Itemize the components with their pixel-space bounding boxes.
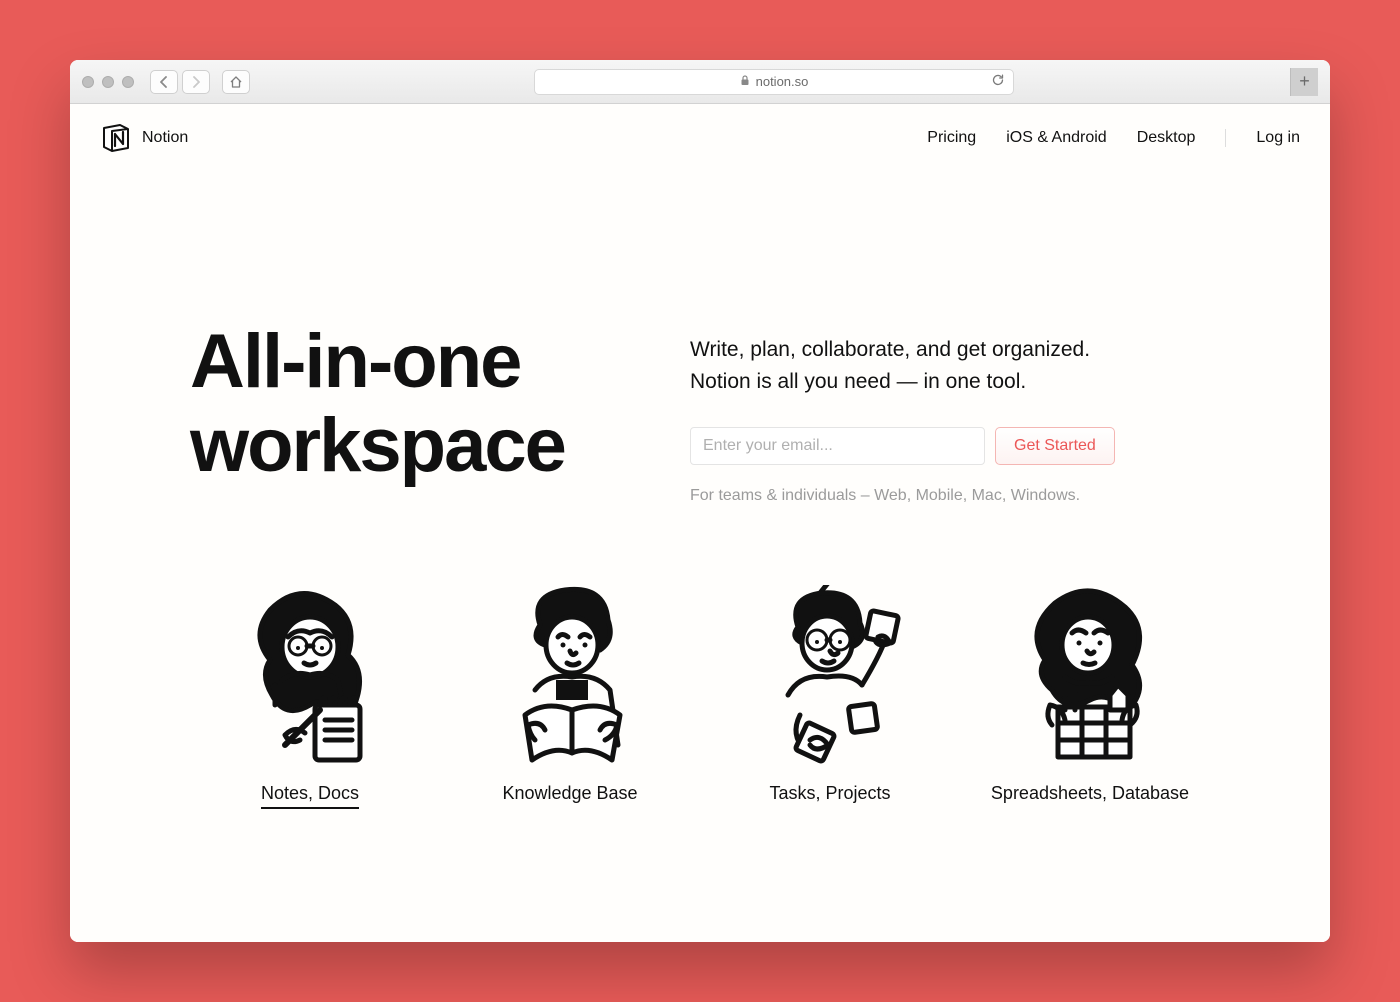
feature-notes[interactable]: Notes, Docs — [210, 585, 410, 809]
hero-meta: For teams & individuals – Web, Mobile, M… — [690, 487, 1210, 505]
hero: All-in-one workspace Write, plan, collab… — [70, 170, 1330, 505]
nav-divider — [1225, 129, 1226, 147]
nav-login[interactable]: Log in — [1256, 129, 1300, 147]
feature-label: Tasks, Projects — [769, 783, 890, 804]
feature-database[interactable]: Spreadsheets, Database — [990, 585, 1190, 809]
notion-logo-icon — [100, 122, 132, 154]
feature-label: Notes, Docs — [261, 783, 359, 809]
hero-sub-line2: Notion is all you need — in one tool. — [690, 370, 1026, 393]
close-window-button[interactable] — [82, 76, 94, 88]
page-content: Notion Pricing iOS & Android Desktop Log… — [70, 104, 1330, 942]
hero-title: All-in-one workspace — [190, 320, 620, 487]
nav-mobile[interactable]: iOS & Android — [1006, 129, 1107, 147]
hero-subtitle: Write, plan, collaborate, and get organi… — [690, 334, 1210, 397]
tasks-illustration-icon — [750, 585, 910, 765]
email-input[interactable] — [690, 427, 985, 465]
hero-sub-line1: Write, plan, collaborate, and get organi… — [690, 338, 1090, 361]
signup-form: Get Started — [690, 427, 1210, 465]
database-illustration-icon — [1010, 585, 1170, 765]
feature-tasks[interactable]: Tasks, Projects — [730, 585, 930, 809]
hero-title-line1: All-in-one — [190, 319, 520, 404]
url-text: notion.so — [756, 74, 809, 89]
get-started-button[interactable]: Get Started — [995, 427, 1115, 465]
window-controls — [82, 76, 134, 88]
maximize-window-button[interactable] — [122, 76, 134, 88]
feature-label: Knowledge Base — [502, 783, 637, 804]
browser-window: notion.so + Notion Pr — [70, 60, 1330, 942]
feature-label: Spreadsheets, Database — [991, 783, 1189, 804]
refresh-icon[interactable] — [991, 73, 1005, 90]
notes-illustration-icon — [230, 585, 390, 765]
browser-toolbar: notion.so + — [70, 60, 1330, 104]
site-header: Notion Pricing iOS & Android Desktop Log… — [70, 104, 1330, 170]
nav-pricing[interactable]: Pricing — [927, 129, 976, 147]
minimize-window-button[interactable] — [102, 76, 114, 88]
forward-button[interactable] — [182, 70, 210, 94]
brand[interactable]: Notion — [100, 122, 188, 154]
hero-title-line2: workspace — [190, 403, 565, 488]
home-button[interactable] — [222, 70, 250, 94]
brand-name: Notion — [142, 129, 188, 147]
features-row: Notes, Docs Know — [70, 585, 1330, 809]
new-tab-button[interactable]: + — [1290, 68, 1318, 96]
nav-desktop[interactable]: Desktop — [1137, 129, 1196, 147]
back-button[interactable] — [150, 70, 178, 94]
knowledge-base-illustration-icon — [490, 585, 650, 765]
lock-icon — [740, 75, 750, 89]
feature-knowledge-base[interactable]: Knowledge Base — [470, 585, 670, 809]
address-bar[interactable]: notion.so — [534, 69, 1014, 95]
nav-arrows — [150, 70, 210, 94]
site-nav: Pricing iOS & Android Desktop Log in — [927, 129, 1300, 147]
